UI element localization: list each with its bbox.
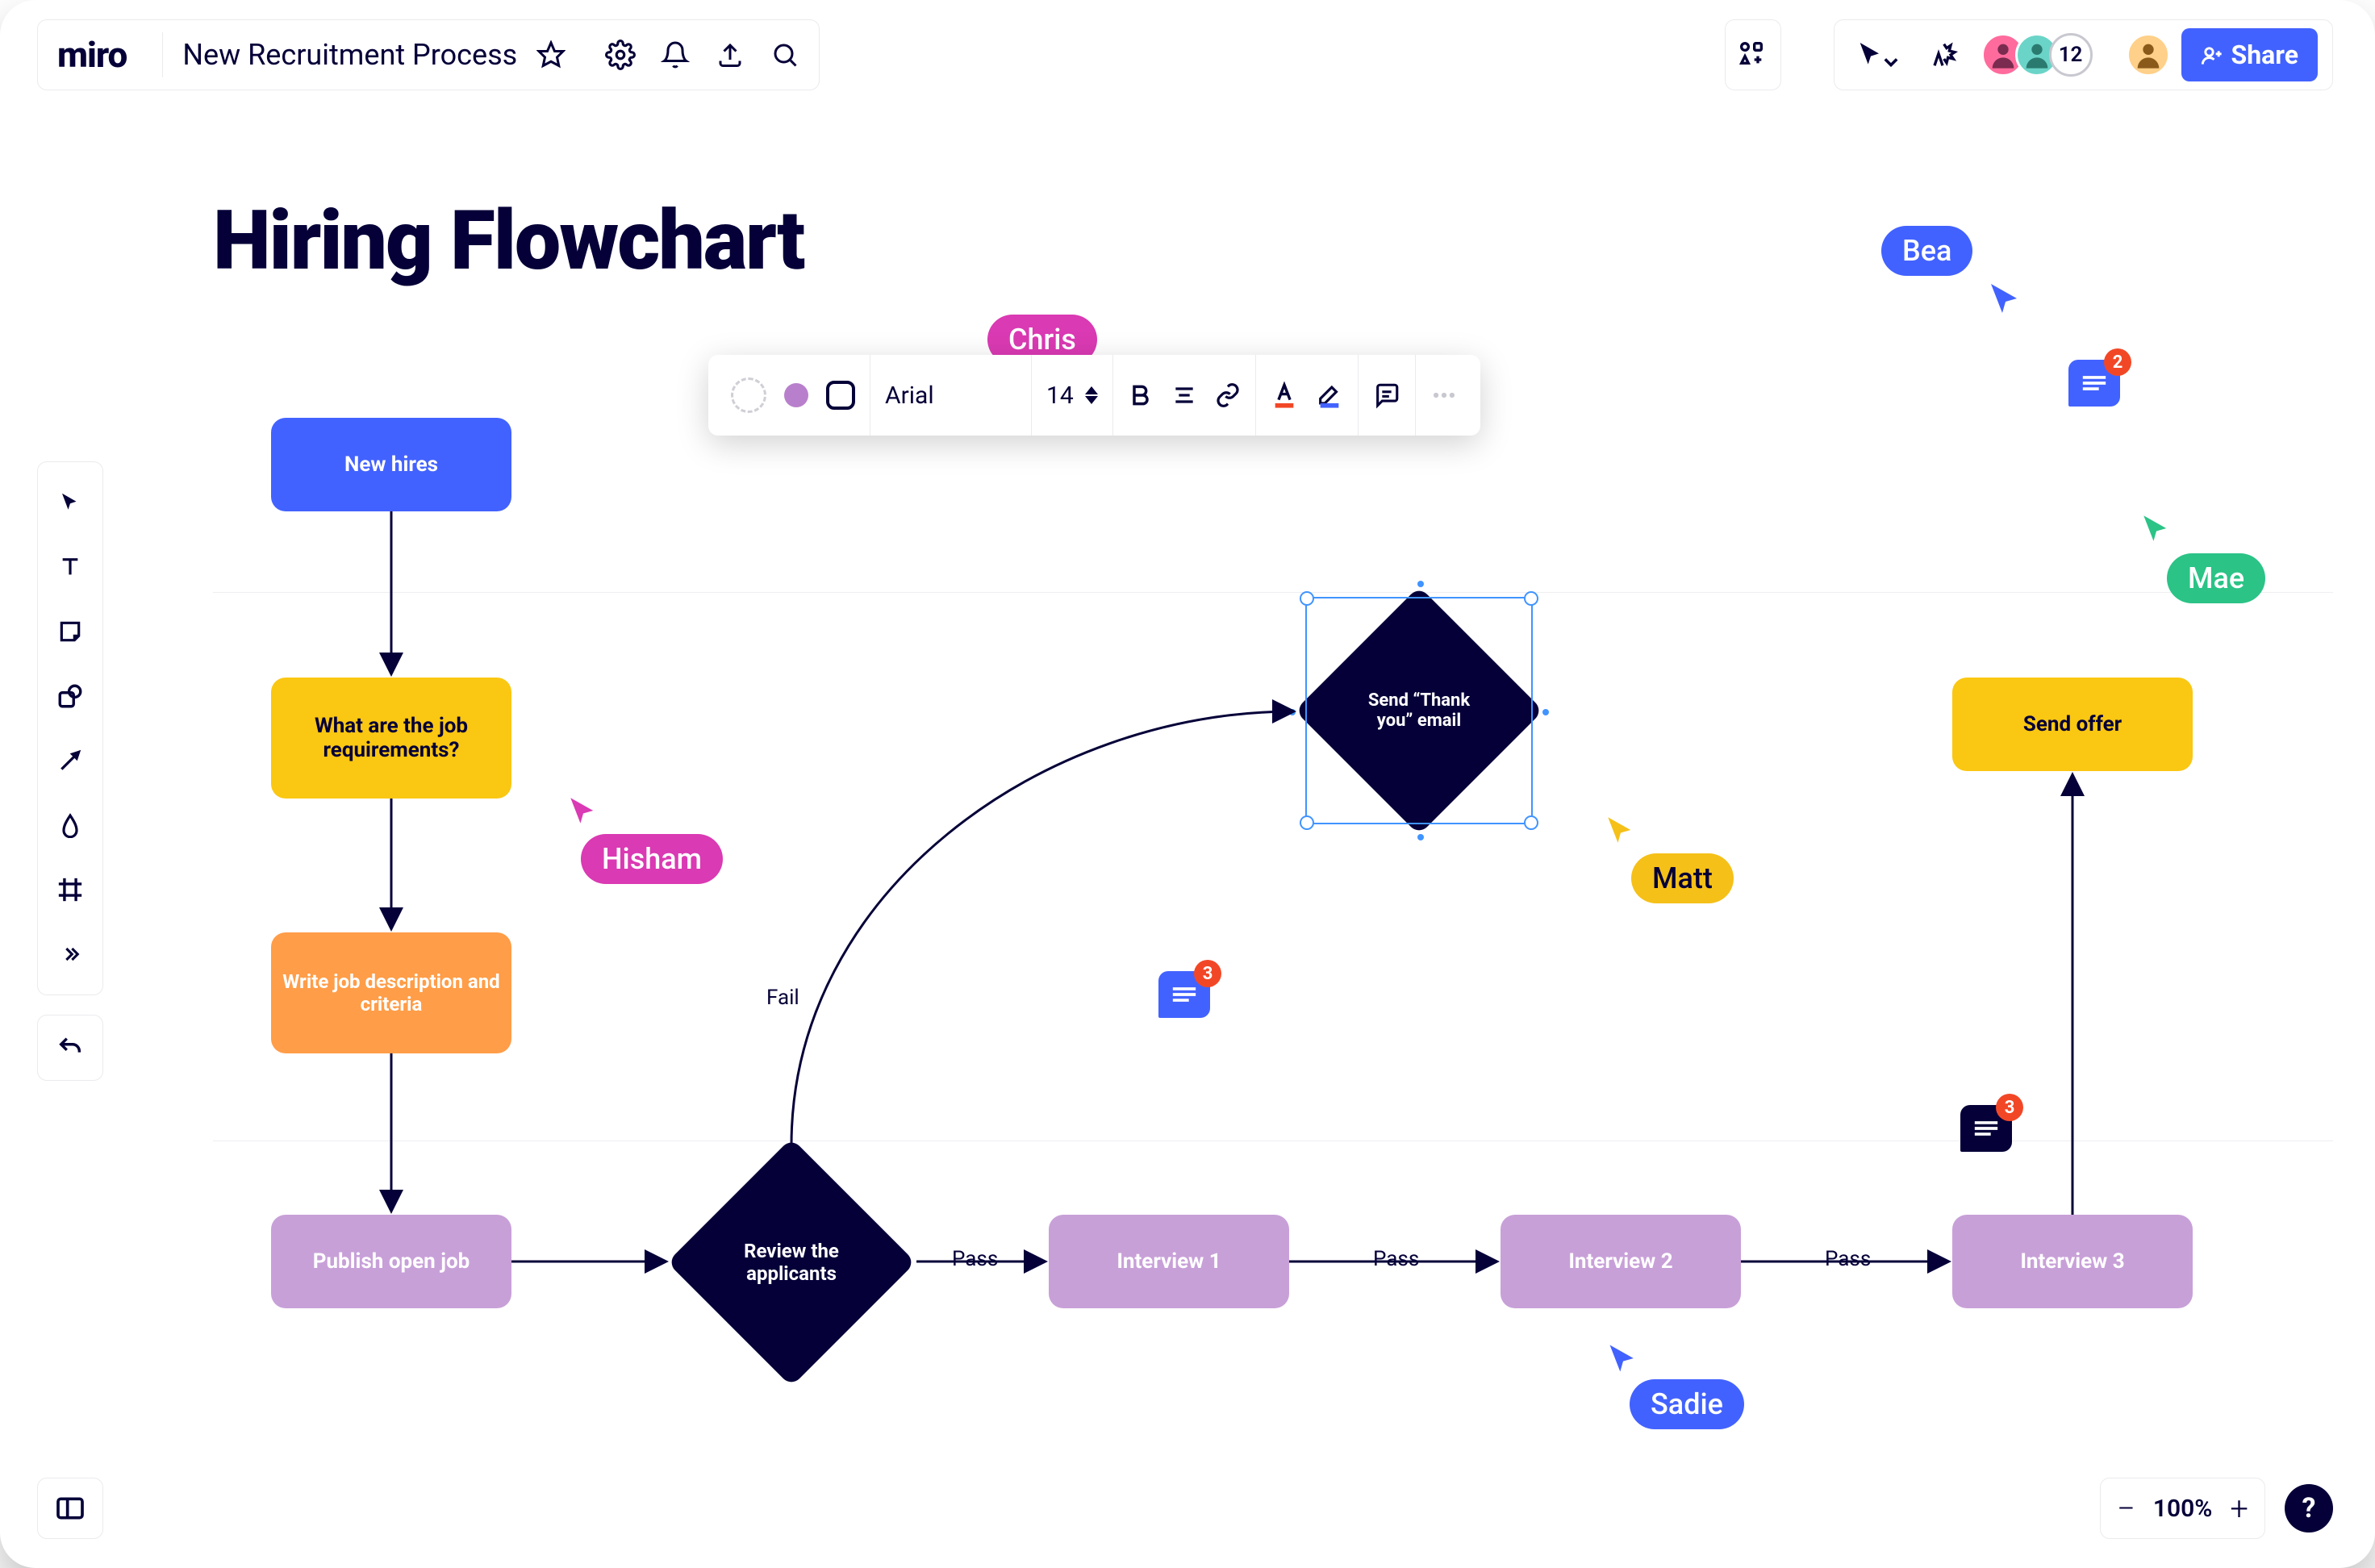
canvas-title[interactable]: Hiring Flowchart — [213, 192, 803, 289]
edge-label-pass: Pass — [1373, 1247, 1419, 1271]
cursor-sadie: Sadie — [1630, 1379, 1744, 1429]
shape-style-icon[interactable] — [731, 377, 766, 413]
cursor-arrow — [2139, 511, 2173, 545]
font-select[interactable]: Arial — [885, 382, 934, 410]
font-size[interactable]: 14 — [1046, 382, 1074, 410]
share-label: Share — [2231, 40, 2298, 70]
node-write-desc[interactable]: Write job description and criteria — [271, 932, 511, 1053]
canvas[interactable]: Hiring Flowchart New hires What are the … — [139, 118, 2333, 1452]
undo-button[interactable] — [42, 1022, 98, 1074]
node-publish[interactable]: Publish open job — [271, 1215, 511, 1308]
node-requirements[interactable]: What are the job requirements? — [271, 678, 511, 799]
node-interview2[interactable]: Interview 2 — [1501, 1215, 1741, 1308]
zoom-in[interactable]: + — [2230, 1490, 2248, 1528]
avatar-me[interactable] — [2127, 33, 2170, 77]
comment-badge: 3 — [1996, 1094, 2023, 1121]
settings-icon[interactable] — [593, 27, 648, 82]
font-size-stepper[interactable] — [1085, 386, 1098, 404]
comment-bubble[interactable]: 3 — [1960, 1105, 2012, 1152]
logo[interactable]: miro — [57, 34, 149, 76]
line-tool[interactable] — [42, 728, 98, 793]
shape-tool[interactable] — [42, 664, 98, 728]
zoom-out[interactable]: − — [2117, 1490, 2135, 1528]
frame-tool[interactable] — [42, 857, 98, 922]
divider — [162, 32, 163, 77]
board-name[interactable]: New Recruitment Process — [176, 38, 524, 72]
node-offer[interactable]: Send offer — [1952, 678, 2193, 771]
cursor-mae: Mae — [2167, 553, 2265, 603]
more-tools[interactable] — [42, 922, 98, 986]
selection-box[interactable] — [1305, 597, 1533, 824]
star-icon[interactable] — [524, 27, 578, 82]
search-icon[interactable] — [758, 27, 812, 82]
avatar-stack[interactable]: 12 — [1981, 33, 2093, 77]
left-toolbar — [37, 461, 103, 995]
sticky-tool[interactable] — [42, 599, 98, 664]
cursor-arrow — [566, 794, 600, 828]
comment-bubble[interactable]: 3 — [1158, 971, 1210, 1018]
context-toolbar[interactable]: Arial 14 — [708, 355, 1480, 436]
link-icon[interactable] — [1215, 382, 1241, 408]
node-interview1[interactable]: Interview 1 — [1049, 1215, 1289, 1308]
cursor-mode-icon[interactable] — [1849, 27, 1904, 82]
align-icon[interactable] — [1171, 382, 1197, 408]
share-button[interactable]: Share — [2181, 28, 2318, 81]
edge-label-fail: Fail — [766, 986, 799, 1010]
comment-badge: 3 — [1194, 960, 1221, 987]
fill-color-icon[interactable] — [784, 383, 808, 407]
help-button[interactable]: ? — [2285, 1484, 2333, 1533]
header-right: 12 Share — [1834, 19, 2333, 90]
panel-toggle[interactable] — [37, 1478, 103, 1539]
more-icon[interactable] — [1430, 382, 1458, 409]
bold-icon[interactable] — [1128, 382, 1154, 408]
node-review[interactable]: Review the applicants — [703, 1174, 879, 1350]
zoom-controls: − 100% + ? — [2100, 1478, 2333, 1539]
export-icon[interactable] — [703, 27, 758, 82]
comment-icon[interactable] — [1373, 382, 1400, 409]
cursor-arrow — [1604, 813, 1638, 847]
pen-tool[interactable] — [42, 793, 98, 857]
cursor-arrow — [1605, 1341, 1641, 1376]
edge-label-pass: Pass — [952, 1247, 998, 1271]
node-new-hires[interactable]: New hires — [271, 418, 511, 511]
apps-button[interactable] — [1725, 19, 1781, 90]
comment-badge: 2 — [2104, 348, 2131, 376]
node-interview3[interactable]: Interview 3 — [1952, 1215, 2193, 1308]
reactions-icon[interactable] — [1915, 27, 1970, 82]
undo-toolbar — [37, 1015, 103, 1081]
text-color-icon[interactable] — [1271, 380, 1298, 411]
guide-line — [213, 592, 2333, 593]
text-tool[interactable] — [42, 535, 98, 599]
comment-bubble[interactable]: 2 — [2068, 360, 2120, 407]
avatar-overflow[interactable]: 12 — [2049, 33, 2093, 77]
select-tool[interactable] — [42, 470, 98, 535]
cursor-hisham: Hisham — [581, 834, 723, 884]
bell-icon[interactable] — [648, 27, 703, 82]
header-left: miro New Recruitment Process — [37, 19, 820, 90]
highlight-icon[interactable] — [1316, 380, 1343, 411]
cursor-arrow — [1986, 279, 2025, 318]
cursor-bea: Bea — [1881, 226, 1972, 276]
border-style-icon[interactable] — [826, 381, 855, 410]
edge-label-pass: Pass — [1825, 1247, 1871, 1271]
cursor-matt: Matt — [1631, 853, 1734, 903]
zoom-level[interactable]: 100% — [2153, 1495, 2213, 1523]
